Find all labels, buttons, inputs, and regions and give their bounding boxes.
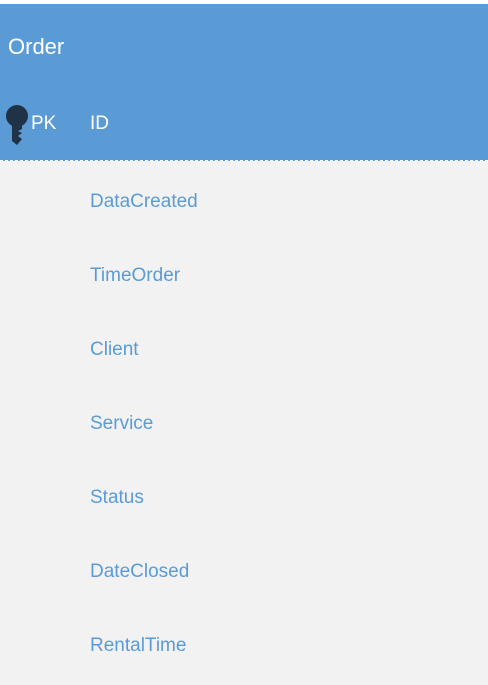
field-row: RentalTime bbox=[0, 605, 488, 679]
field-name: TimeOrder bbox=[90, 265, 181, 286]
field-row: DateClosed bbox=[0, 531, 488, 605]
field-name: RentalTime bbox=[90, 635, 187, 656]
field-row: TimeOrder bbox=[0, 235, 488, 309]
entity-table-order: Order PK ID DataCreated TimeOrder Client Se… bbox=[0, 0, 488, 685]
field-name: Service bbox=[90, 413, 154, 434]
entity-header: Order bbox=[0, 4, 488, 89]
field-name: DataCreated bbox=[90, 191, 198, 212]
field-name: Status bbox=[90, 487, 144, 508]
field-row: Service bbox=[0, 383, 488, 457]
primary-key-row: PK ID bbox=[0, 89, 488, 161]
field-row: Client bbox=[0, 309, 488, 383]
field-name: Client bbox=[90, 339, 139, 360]
field-name: DateClosed bbox=[90, 561, 190, 582]
pk-field-name: ID bbox=[90, 113, 109, 134]
entity-title: Order bbox=[8, 33, 65, 59]
pk-marker: PK bbox=[31, 113, 57, 134]
field-list: DataCreated TimeOrder Client Service Status D… bbox=[0, 161, 488, 679]
field-row: Status bbox=[0, 457, 488, 531]
field-row: DataCreated bbox=[0, 161, 488, 235]
key-icon bbox=[6, 105, 28, 145]
